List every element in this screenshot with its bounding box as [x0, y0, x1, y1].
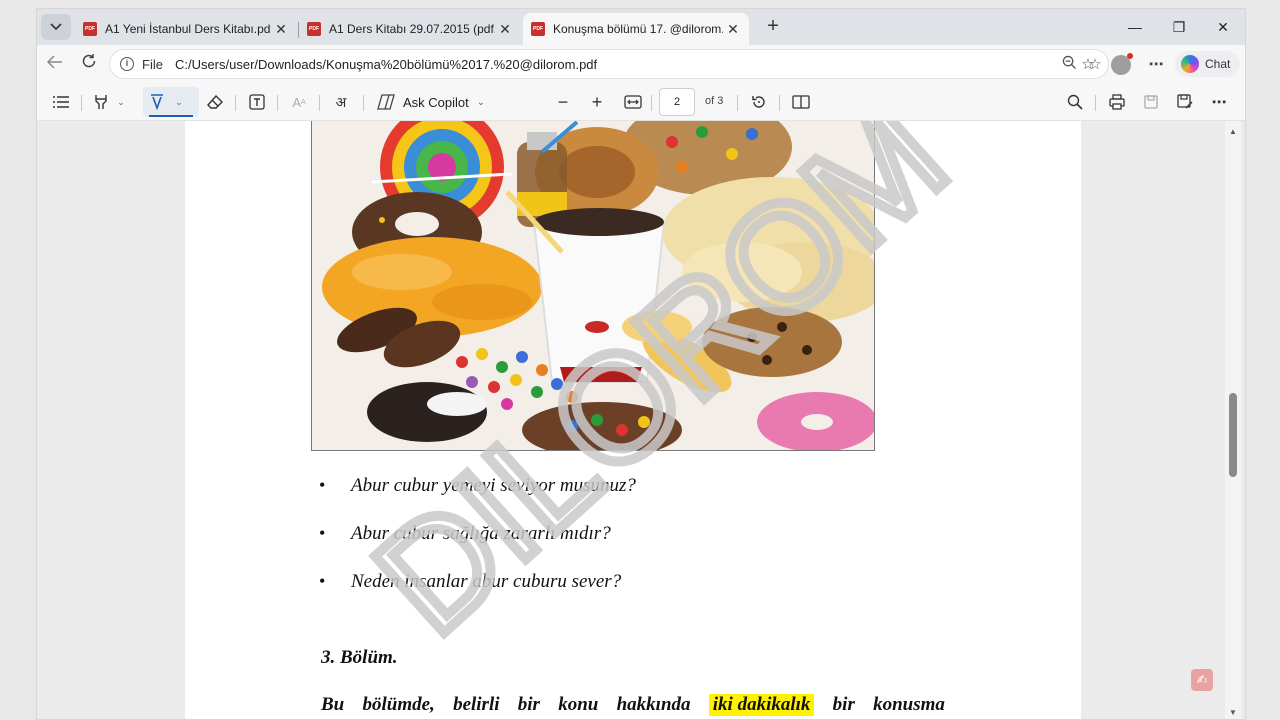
toolbar-divider	[779, 95, 780, 111]
junk-food-image	[311, 121, 875, 451]
more-options-icon[interactable]: ⋯	[1207, 89, 1231, 115]
back-button[interactable]	[41, 51, 69, 79]
toolbar-divider	[363, 95, 364, 111]
page-view-icon[interactable]	[789, 89, 813, 115]
pdf-viewer: Abur cubur yemeyi seviyor musunuz? Abur …	[37, 121, 1245, 719]
toolbar-divider	[81, 95, 82, 111]
info-icon[interactable]: i	[120, 57, 134, 71]
url-text[interactable]: C:/Users/user/Downloads/Konuşma%20bölümü…	[175, 57, 1056, 72]
copilot-chat-button[interactable]: Chat	[1175, 51, 1241, 77]
toolbar-divider	[737, 95, 738, 111]
zoom-out-icon[interactable]: −	[551, 89, 575, 115]
url-scheme: File	[142, 56, 163, 72]
chat-label: Chat	[1205, 57, 1231, 71]
close-tab-icon[interactable]: ✕	[271, 21, 291, 38]
pdf-toolbar: ⌄ ⌄ AA अ Ask Copilot ⌄ − + 2 of 3 ⋯	[37, 83, 1245, 121]
eraser-icon[interactable]	[203, 89, 227, 115]
print-icon[interactable]	[1105, 89, 1129, 115]
page-count: of 3	[705, 95, 724, 107]
tab-label: A1 Ders Kitabı 29.07.2015 (pdf.io).pdf	[329, 22, 495, 36]
toolbar-divider	[651, 95, 652, 111]
text-box-icon[interactable]	[245, 89, 269, 115]
address-bar[interactable]: i File C:/Users/user/Downloads/Konuşma%2…	[109, 49, 1109, 79]
vertical-scrollbar[interactable]: ▲ ▼	[1225, 121, 1241, 719]
toolbar-divider	[235, 95, 236, 111]
tab-bar: PDF A1 Yeni İstanbul Ders Kitabı.pdf ✕ P…	[37, 9, 1245, 45]
paragraph-word: bir	[517, 694, 540, 715]
paragraph-word: hakkında	[616, 694, 691, 715]
scroll-down-icon[interactable]: ▼	[1225, 708, 1241, 717]
section-heading: 3. Bölüm.	[321, 647, 398, 668]
highlight-icon[interactable]	[89, 89, 113, 115]
acrobat-icon[interactable]: ✍	[1191, 669, 1213, 691]
paragraph-word: Bu	[321, 694, 345, 715]
close-tab-icon[interactable]: ✕	[495, 21, 515, 38]
browser-window: PDF A1 Yeni İstanbul Ders Kitabı.pdf ✕ P…	[36, 8, 1246, 720]
ask-copilot-button[interactable]: Ask Copilot ⌄	[377, 89, 485, 115]
close-window-button[interactable]: ✕	[1201, 13, 1245, 41]
scroll-thumb[interactable]	[1229, 393, 1237, 477]
address-row: i File C:/Users/user/Downloads/Konuşma%2…	[37, 45, 1245, 83]
highlighted-text[interactable]: iki dakikalık	[708, 694, 815, 716]
scroll-up-icon[interactable]: ▲	[1225, 127, 1241, 136]
tab-1[interactable]: PDF A1 Yeni İstanbul Ders Kitabı.pdf ✕	[75, 13, 297, 45]
favorites-icon[interactable]: ☆	[1075, 53, 1101, 77]
tab-2[interactable]: PDF A1 Ders Kitabı 29.07.2015 (pdf.io).p…	[299, 13, 521, 45]
paragraph-word: konu	[558, 694, 599, 715]
arrow-left-icon	[46, 55, 62, 69]
restore-button[interactable]: ❐	[1157, 13, 1201, 41]
contents-icon[interactable]	[49, 89, 73, 115]
translate-icon[interactable]: अ	[329, 89, 353, 115]
paragraph-word: konusma	[873, 694, 945, 715]
toolbar-divider	[1095, 95, 1096, 111]
toolbar-divider	[277, 95, 278, 111]
list-item: Neden insanlar abur cuburu sever?	[319, 571, 636, 619]
list-item: Abur cubur sağlığa zararlı mıdır?	[319, 523, 636, 571]
chevron-down-icon[interactable]: ⌄	[173, 89, 185, 115]
rotate-icon[interactable]	[747, 89, 771, 115]
copilot-outline-icon	[377, 94, 395, 110]
paragraph-word: bölümde,	[362, 694, 435, 715]
paragraph-line: Bu bölümde, belirli bir konu hakkında ik…	[321, 694, 945, 716]
tab-actions-button[interactable]	[41, 14, 71, 40]
save-as-icon[interactable]	[1173, 89, 1197, 115]
pdf-icon: PDF	[531, 22, 545, 36]
ask-copilot-label: Ask Copilot	[403, 94, 469, 110]
fit-page-icon[interactable]	[621, 89, 645, 115]
chevron-down-icon: ⌄	[476, 96, 486, 108]
pdf-icon: PDF	[83, 22, 97, 36]
minimize-button[interactable]: —	[1113, 13, 1157, 41]
pdf-page: Abur cubur yemeyi seviyor musunuz? Abur …	[185, 121, 1081, 719]
refresh-button[interactable]	[75, 51, 103, 79]
new-tab-button[interactable]: +	[761, 15, 785, 39]
close-tab-icon[interactable]: ✕	[723, 21, 743, 38]
copilot-icon	[1181, 55, 1199, 73]
read-aloud-icon[interactable]: AA	[287, 89, 311, 115]
list-item: Abur cubur yemeyi seviyor musunuz?	[319, 475, 636, 523]
pdf-icon: PDF	[307, 22, 321, 36]
search-icon[interactable]	[1063, 89, 1087, 115]
draw-icon[interactable]	[145, 89, 169, 115]
tab-3-active[interactable]: PDF Konuşma bölümü 17. @dilorom.pdf ✕	[523, 13, 749, 45]
refresh-icon	[82, 54, 96, 68]
zoom-in-icon[interactable]: +	[585, 89, 609, 115]
save-icon[interactable]	[1139, 89, 1163, 115]
tab-label: Konuşma bölümü 17. @dilorom.pdf	[553, 22, 723, 36]
more-menu-icon[interactable]: ⋯	[1143, 53, 1169, 77]
toolbar-divider	[319, 95, 320, 111]
paragraph-word: bir	[832, 694, 855, 715]
chevron-down-icon	[50, 23, 62, 31]
notification-dot	[1127, 53, 1133, 59]
tab-label: A1 Yeni İstanbul Ders Kitabı.pdf	[105, 22, 271, 36]
paragraph-word: belirli	[453, 694, 500, 715]
page-number-input[interactable]: 2	[659, 88, 695, 116]
question-list: Abur cubur yemeyi seviyor musunuz? Abur …	[319, 475, 636, 619]
chevron-down-icon[interactable]: ⌄	[115, 89, 127, 115]
